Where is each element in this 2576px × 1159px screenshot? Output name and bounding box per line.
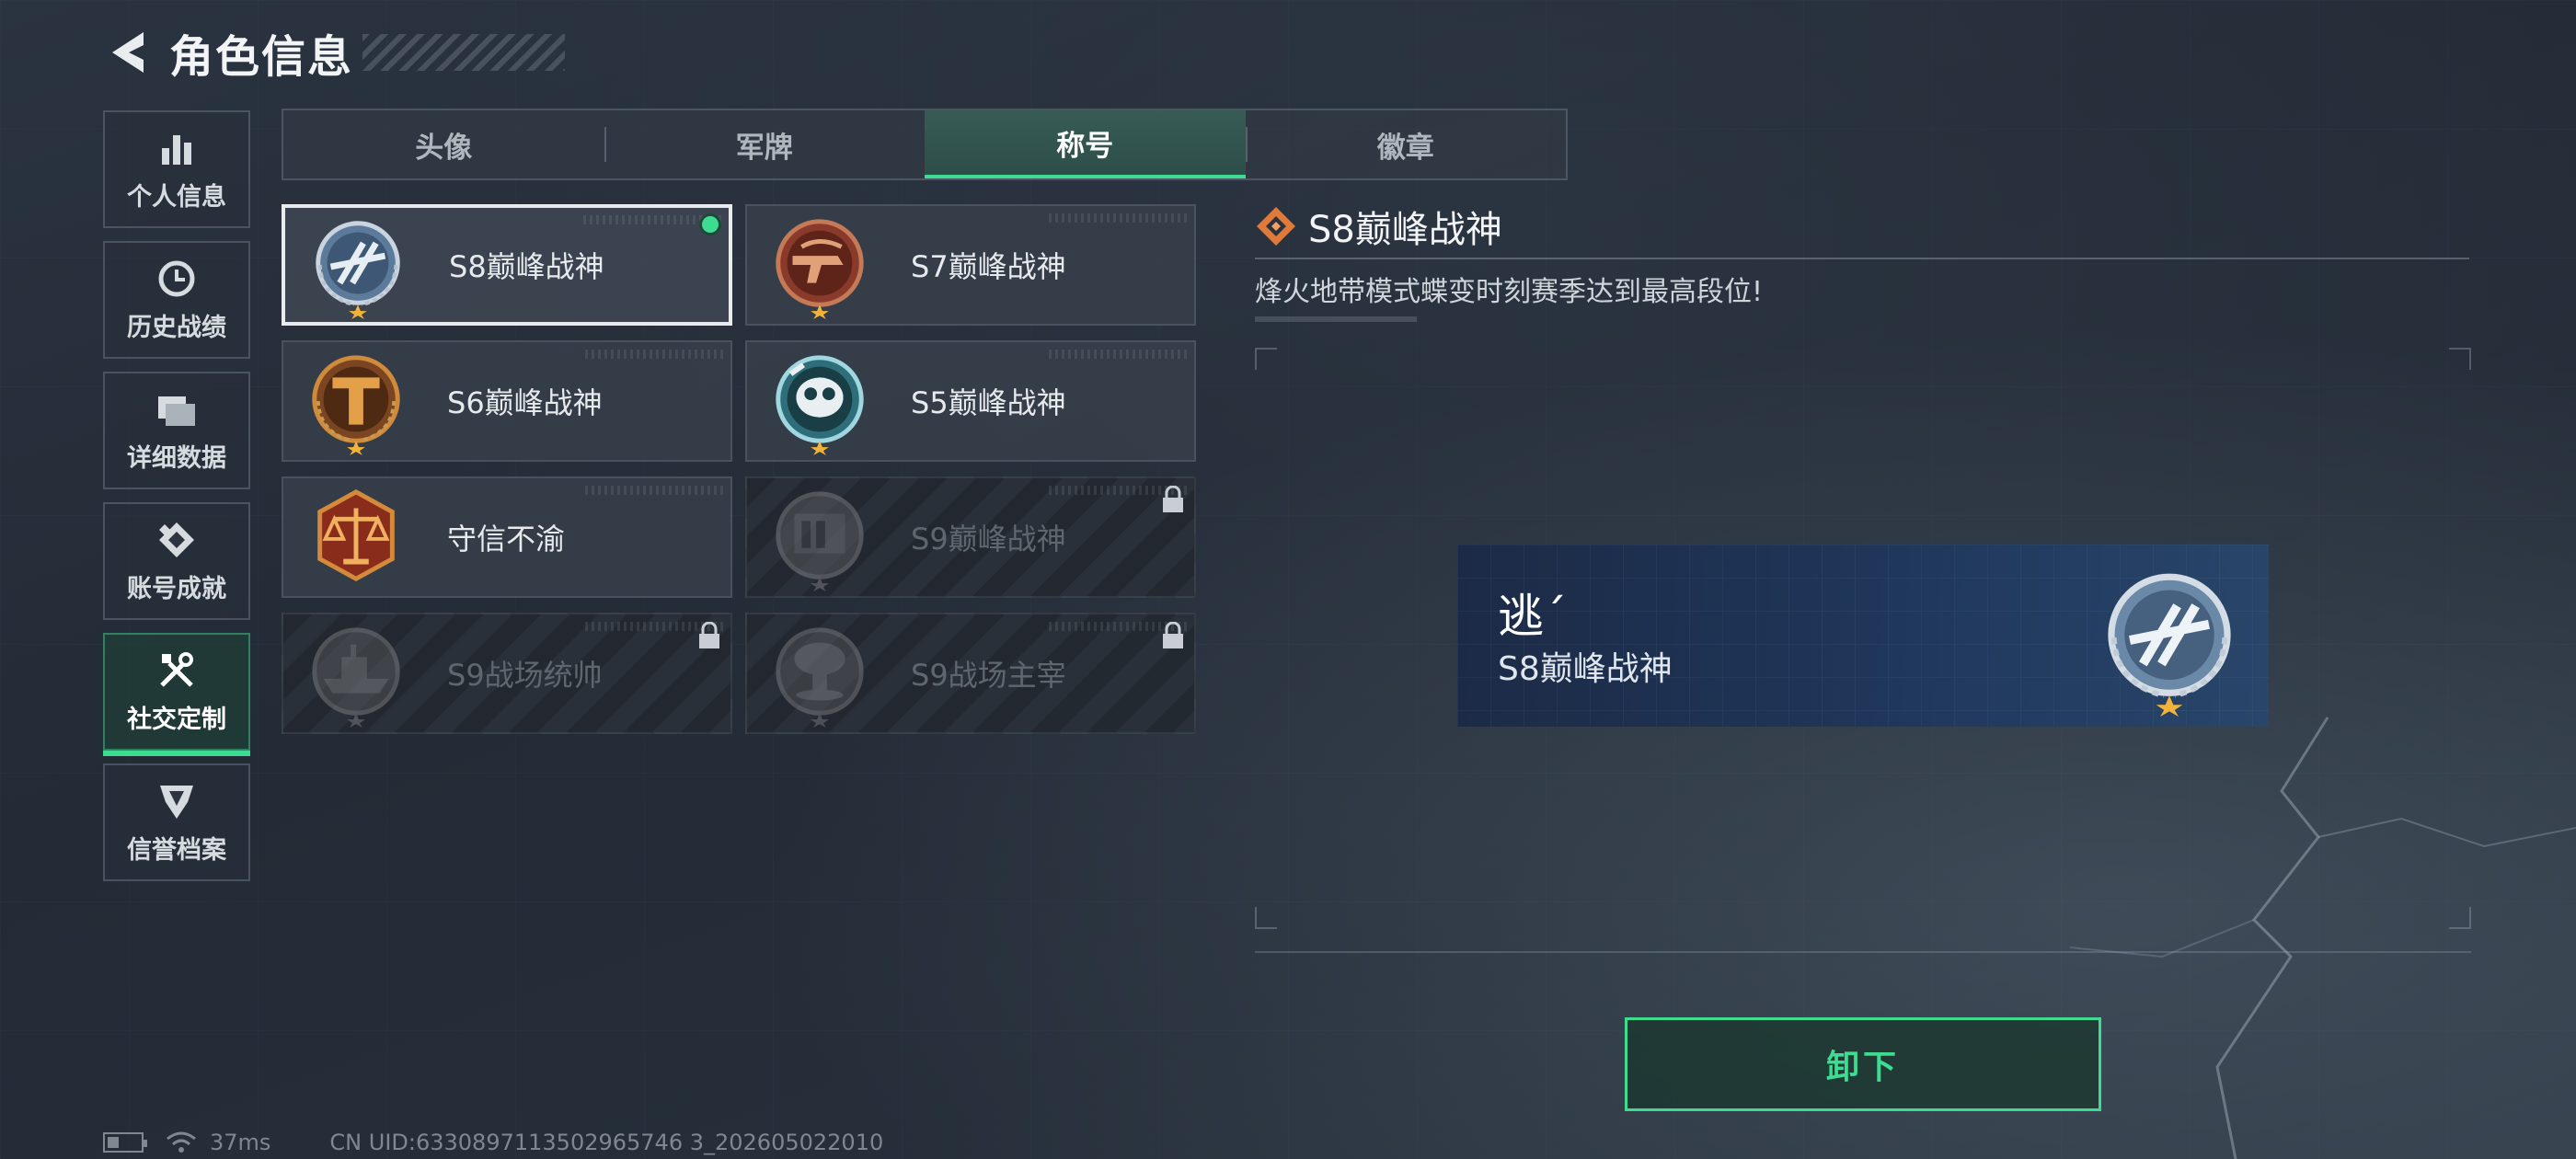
title-detail-panel: S8巅峰战神 烽火地带模式蝶变时刻赛季达到最高段位! [1255, 201, 2469, 322]
bar-chart-icon [155, 127, 198, 169]
s6-medal-icon [312, 355, 400, 455]
detail-divider [1255, 258, 2469, 259]
title-card-label: 守信不渝 [447, 522, 566, 557]
lock-icon [1163, 622, 1183, 648]
sidebar-item-achievements[interactable]: 账号成就 [103, 502, 250, 620]
title-card-s9-peak[interactable]: S9巅峰战神 [745, 476, 1196, 598]
lock-icon [699, 622, 719, 648]
detail-description: 烽火地带模式蝶变时刻赛季达到最高段位! [1255, 276, 1764, 308]
card-decoration [585, 486, 723, 495]
sidebar-item-detailed-data[interactable]: 详细数据 [103, 372, 250, 489]
title-card-s5-peak[interactable]: S5巅峰战神 [745, 340, 1196, 462]
sidebar: 个人信息 历史战绩 详细数据 账号成就 社交定制 信誉档案 [103, 110, 250, 894]
ping-value: 37ms [210, 1130, 271, 1155]
ship-medal-icon [312, 627, 400, 728]
sidebar-item-label: 信誉档案 [127, 835, 226, 865]
title-card-label: S9战场主宰 [911, 658, 1066, 693]
sidebar-item-label: 社交定制 [127, 705, 226, 734]
title-preview-banner: 逃´ S8巅峰战神 [1457, 545, 2269, 727]
mushroom-cloud-medal-icon [776, 627, 864, 728]
clock-icon [155, 258, 198, 300]
shield-icon [155, 780, 198, 822]
card-decoration [1049, 350, 1187, 359]
detail-title: S8巅峰战神 [1308, 209, 1502, 251]
detail-bottom-divider [1255, 951, 2471, 953]
sidebar-item-history[interactable]: 历史战绩 [103, 241, 250, 359]
uid-text: CN UID:6330897113502965746 3_20260502201… [329, 1130, 884, 1155]
title-card-label: S7巅峰战神 [911, 249, 1066, 284]
title-grid: S8巅峰战神 S7巅峰战神 S6巅峰战神 S5巅峰战神 守信不渝 S9巅峰战神 … [282, 204, 1196, 734]
unequip-button-label: 卸下 [1825, 1049, 1900, 1086]
sidebar-item-label: 历史战绩 [127, 313, 226, 342]
sidebar-item-personal-info[interactable]: 个人信息 [103, 110, 250, 228]
folder-icon [155, 388, 198, 430]
card-decoration [1049, 213, 1187, 223]
tab-badge[interactable]: 徽章 [1245, 110, 1567, 178]
back-arrow-icon [112, 32, 144, 73]
page-title: 角色信息 [169, 31, 354, 83]
tab-dog-tag[interactable]: 军牌 [604, 110, 926, 178]
frame-corner [1255, 348, 1277, 370]
s5-medal-icon [776, 355, 864, 455]
tab-avatar[interactable]: 头像 [283, 110, 604, 178]
frame-corner [2449, 907, 2471, 929]
sidebar-item-credit-archive[interactable]: 信誉档案 [103, 763, 250, 881]
scales-medal-icon [317, 489, 395, 582]
title-card-s6-peak[interactable]: S6巅峰战神 [282, 340, 732, 462]
detail-decoration-bar [1255, 316, 1417, 322]
wifi-icon [167, 1131, 196, 1153]
category-tabs: 头像 军牌 称号 徽章 [282, 109, 1568, 180]
sidebar-item-social-custom[interactable]: 社交定制 [103, 633, 250, 756]
title-card-s8-peak[interactable]: S8巅峰战神 [282, 204, 732, 326]
s7-medal-icon [776, 219, 864, 319]
tools-icon [155, 649, 198, 692]
back-button[interactable] [101, 25, 153, 80]
tab-title[interactable]: 称号 [925, 110, 1246, 178]
title-card-s9-dominator[interactable]: S9战场主宰 [745, 613, 1196, 734]
detail-header: S8巅峰战神 [1255, 201, 2469, 252]
card-decoration [585, 350, 723, 359]
title-card-label: S5巅峰战神 [911, 385, 1066, 420]
status-bar: 37ms CN UID:6330897113502965746 3_202605… [103, 1130, 883, 1155]
page-header: 角色信息 [101, 20, 566, 85]
preview-title: S8巅峰战神 [1498, 650, 1673, 688]
preview-player-name: 逃´ [1498, 590, 1567, 643]
lock-icon [1163, 486, 1183, 512]
s8-medal-icon [2108, 573, 2231, 717]
title-card-s7-peak[interactable]: S7巅峰战神 [745, 204, 1196, 326]
sidebar-item-label: 账号成就 [127, 574, 226, 603]
title-card-label: S9巅峰战神 [911, 522, 1066, 557]
frame-corner [1255, 907, 1277, 929]
equipped-indicator [699, 213, 721, 235]
title-card-s9-commander[interactable]: S9战场统帅 [282, 613, 732, 734]
unequip-button[interactable]: 卸下 [1625, 1017, 2101, 1111]
s8-medal-icon [316, 221, 400, 319]
battery-icon [103, 1132, 147, 1153]
achievement-icon [155, 519, 198, 561]
s9-medal-icon [776, 491, 864, 591]
sidebar-item-label: 详细数据 [127, 443, 226, 473]
title-card-trustworthy[interactable]: 守信不渝 [282, 476, 732, 598]
sidebar-item-label: 个人信息 [127, 182, 226, 212]
title-diamond-icon [1257, 207, 1295, 246]
title-card-label: S9战场统帅 [447, 658, 603, 693]
title-card-label: S6巅峰战神 [447, 385, 603, 420]
frame-corner [2449, 348, 2471, 370]
title-decoration [362, 34, 566, 71]
title-card-label: S8巅峰战神 [449, 249, 604, 284]
